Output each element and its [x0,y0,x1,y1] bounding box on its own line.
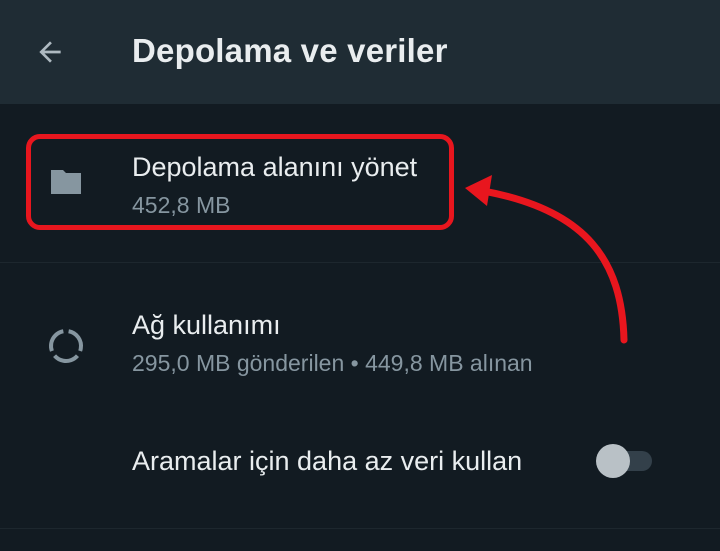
annotation-highlight-box [26,134,454,230]
page-title: Depolama ve veriler [132,32,448,69]
divider [0,528,720,529]
storage-and-data-screen: Depolama ve veriler Depolama alanını yön… [0,0,720,551]
less-data-for-calls-item[interactable]: Aramalar için daha az veri kullan [0,420,720,528]
less-data-for-calls-toggle[interactable] [596,444,654,478]
less-data-for-calls-label: Aramalar için daha az veri kullan [132,446,523,476]
arrow-left-icon [39,41,61,63]
network-usage-stats: 295,0 MB gönderilen • 449,8 MB alınan [132,350,533,376]
data-usage-icon [44,324,88,368]
network-usage-item[interactable]: Ağ kullanımı 295,0 MB gönderilen • 449,8… [0,262,720,420]
toggle-thumb [596,444,630,478]
back-button[interactable] [22,24,78,80]
network-usage-title: Ağ kullanımı [132,310,281,340]
app-bar: Depolama ve veriler [0,0,720,104]
